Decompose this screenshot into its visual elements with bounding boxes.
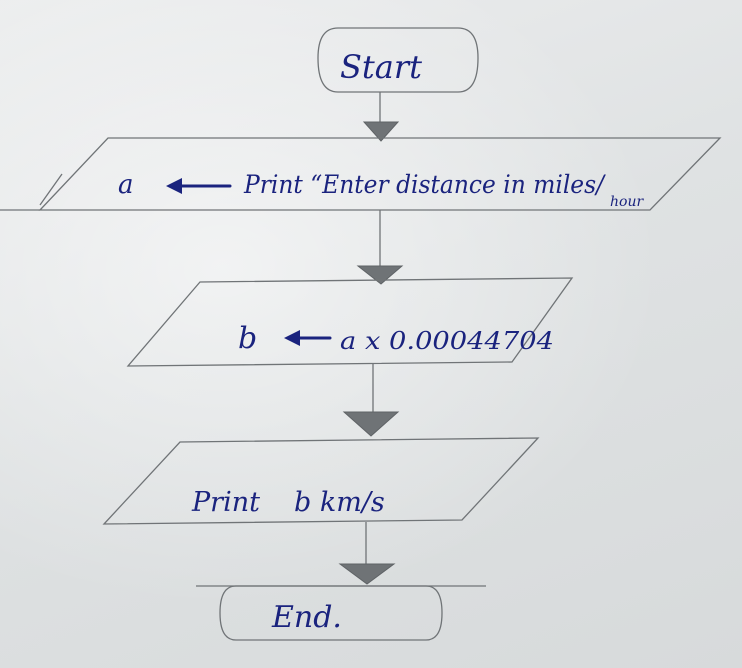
connector-start-input [362,92,400,142]
connector-calc-output [342,364,400,437]
connector-output-end [338,522,396,585]
calc-expression: a x 0.00044704 [340,327,554,355]
connector-input-calc [356,210,404,285]
input-parallelogram: a Print “Enter distance in miles/ hour [0,137,722,211]
end-terminal: End. [196,585,486,641]
flowchart: Start a Print “Enter distance in miles/ … [0,27,722,641]
start-label: Start [340,48,422,86]
end-label: End. [271,600,342,635]
input-prompt-subscript: hour [610,194,644,210]
notebook-page: Start a Print “Enter distance in miles/ … [0,0,742,668]
calc-parallelogram: b a x 0.00044704 [126,277,574,367]
output-text: b km/s [294,487,385,518]
arrow-head-icon [356,265,404,285]
arrow-head-icon [342,411,400,437]
assign-arrowhead-icon [166,178,182,194]
arrow-head-icon [338,563,396,585]
output-print-label: Print [191,487,260,518]
input-variable: a [118,170,134,200]
output-parallelogram: Print b km/s [102,437,540,525]
calc-variable: b [238,321,257,356]
start-terminal: Start [317,27,479,93]
assign-arrowhead-icon [284,330,300,346]
input-prompt-text: Print “Enter distance in miles/ [243,170,606,199]
